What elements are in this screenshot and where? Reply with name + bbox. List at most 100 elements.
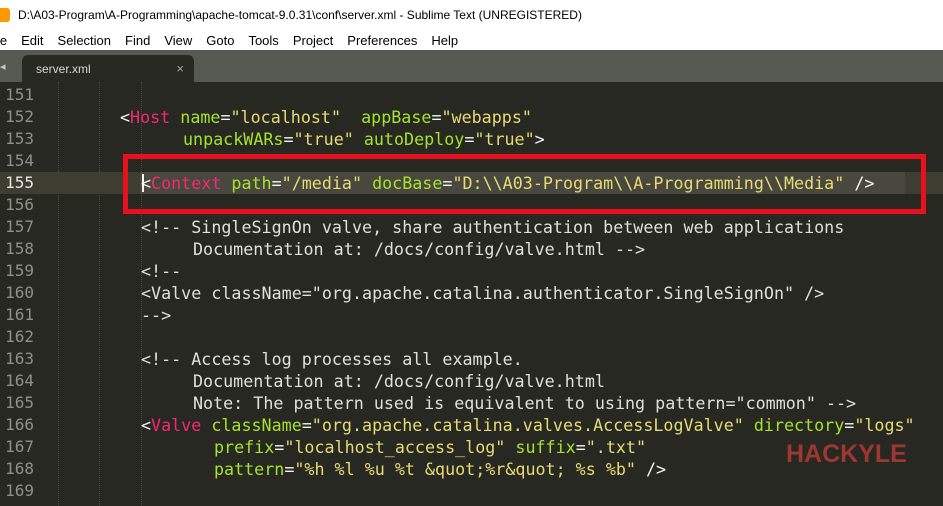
code-token: = [220,107,231,127]
code-line[interactable]: 164 Documentation at: /docs/config/valve.… [0,370,943,392]
code-token: Note: The pattern used is equivalent to … [193,393,857,413]
code-token: < [120,107,131,127]
code-token: autoDeploy [363,129,465,149]
code-token: appBase [361,107,432,127]
code-token: docBase [372,173,443,193]
code-line[interactable]: 160 <Valve className="org.apache.catalina… [0,282,943,304]
line-number: 152 [5,107,34,126]
code-line[interactable]: 155 <Context path="/media" docBase="D:\\A… [0,172,943,194]
menu-item-tools[interactable]: Tools [242,33,286,48]
watermark: HACKYLE [786,440,907,468]
line-number: 156 [5,195,34,214]
line-number: 159 [5,261,34,280]
code-token: "logs" [854,415,915,435]
code-token: < [141,173,152,193]
code-token: "true" [293,129,354,149]
code-token: "localhost" [230,107,342,127]
code-token: prefix [214,437,275,457]
menu-item-le[interactable]: le [0,33,15,48]
code-token: <Valve className="org.apache.catalina.au… [141,283,825,303]
line-number: 165 [5,393,34,412]
line-number: 169 [5,481,34,500]
code-text: Note: The pattern used is equivalent to … [193,392,856,414]
code-token: = [301,415,312,435]
code-token: directory [753,415,845,435]
tab-label: server.xml [36,61,91,76]
menu-item-selection[interactable]: Selection [52,33,119,48]
line-number: 168 [5,459,34,478]
menu-item-preferences[interactable]: Preferences [341,33,425,48]
code-token: className [211,415,302,435]
code-line[interactable]: 159 <!-- [0,260,943,282]
code-token: < [141,415,152,435]
code-text: <!-- SingleSignOn valve, share authentic… [141,216,844,238]
code-line[interactable]: 161 --> [0,304,943,326]
menu-item-edit[interactable]: Edit [15,33,51,48]
code-token: Valve [151,415,202,435]
sublime-app-icon [0,8,10,22]
line-number: 154 [5,151,34,170]
line-number: 161 [5,305,34,324]
code-token: suffix [515,437,576,457]
code-line[interactable]: 153 unpackWARs="true" autoDeploy="true"> [0,128,943,150]
line-number: 157 [5,217,34,236]
code-line[interactable]: 162 [0,326,943,348]
code-token: <!-- SingleSignOn valve, share authentic… [141,217,845,237]
code-text: <Context path="/media" docBase="D:\\A03-… [141,172,874,194]
code-token: ".txt" [585,437,647,457]
code-token: path [231,173,272,193]
code-token: Documentation at: /docs/config/valve.htm… [193,239,646,259]
code-line[interactable]: 158 Documentation at: /docs/config/valve.… [0,238,943,260]
code-token: "webapps" [441,107,532,127]
code-token: > [534,129,545,149]
menu-item-help[interactable]: Help [425,33,466,48]
line-number: 163 [5,349,34,368]
code-line[interactable]: 156 [0,194,943,216]
code-token: Host [130,107,171,127]
tab-close-icon[interactable]: × [176,61,184,76]
code-token: = [442,173,453,193]
line-number: 166 [5,415,34,434]
code-text: Documentation at: /docs/config/valve.htm… [193,370,605,392]
line-number: 153 [5,129,34,148]
line-number: 167 [5,437,34,456]
code-token: /> [844,173,875,193]
code-line[interactable]: 163 <!-- Access log processes all example… [0,348,943,370]
line-number: 164 [5,371,34,390]
code-text: <!-- Access log processes all example. [141,348,523,370]
menu-item-view[interactable]: View [158,33,200,48]
code-token: name [180,107,221,127]
code-text: pattern="%h %l %u %t &quot;%r&quot; %s %… [214,458,666,480]
menu-item-find[interactable]: Find [119,33,158,48]
line-number: 160 [5,283,34,302]
code-token: pattern [214,459,285,479]
code-line[interactable]: 169 [0,480,943,502]
code-line[interactable]: 157 <!-- SingleSignOn valve, share authen… [0,216,943,238]
code-token: = [431,107,442,127]
menu-bar: leEditSelectionFindViewGotoToolsProjectP… [0,30,943,50]
code-token: unpackWARs [183,129,284,149]
line-number: 158 [5,239,34,258]
code-line[interactable]: 154 [0,150,943,172]
tab-server-xml[interactable]: server.xml × [22,55,194,82]
code-line[interactable]: 165 Note: The pattern used is equivalent … [0,392,943,414]
window-title: D:\A03-Program\A-Programming\apache-tomc… [18,8,582,22]
menu-item-goto[interactable]: Goto [200,33,242,48]
code-token: "/media" [281,173,363,193]
code-text: unpackWARs="true" autoDeploy="true"> [183,128,545,150]
code-token: "D:\\A03-Program\\A-Programming\\Media" [452,173,845,193]
code-line[interactable]: 151 [0,84,943,106]
menu-item-project[interactable]: Project [287,33,341,48]
tab-scroll-left-icon[interactable]: ◂ [0,58,16,76]
code-token: = [283,129,294,149]
code-line[interactable]: 166 <Valve className="org.apache.catalina… [0,414,943,436]
window-titlebar: D:\A03-Program\A-Programming\apache-tomc… [0,0,943,30]
code-line[interactable]: 152 <Host name="localhost" appBase="webap… [0,106,943,128]
